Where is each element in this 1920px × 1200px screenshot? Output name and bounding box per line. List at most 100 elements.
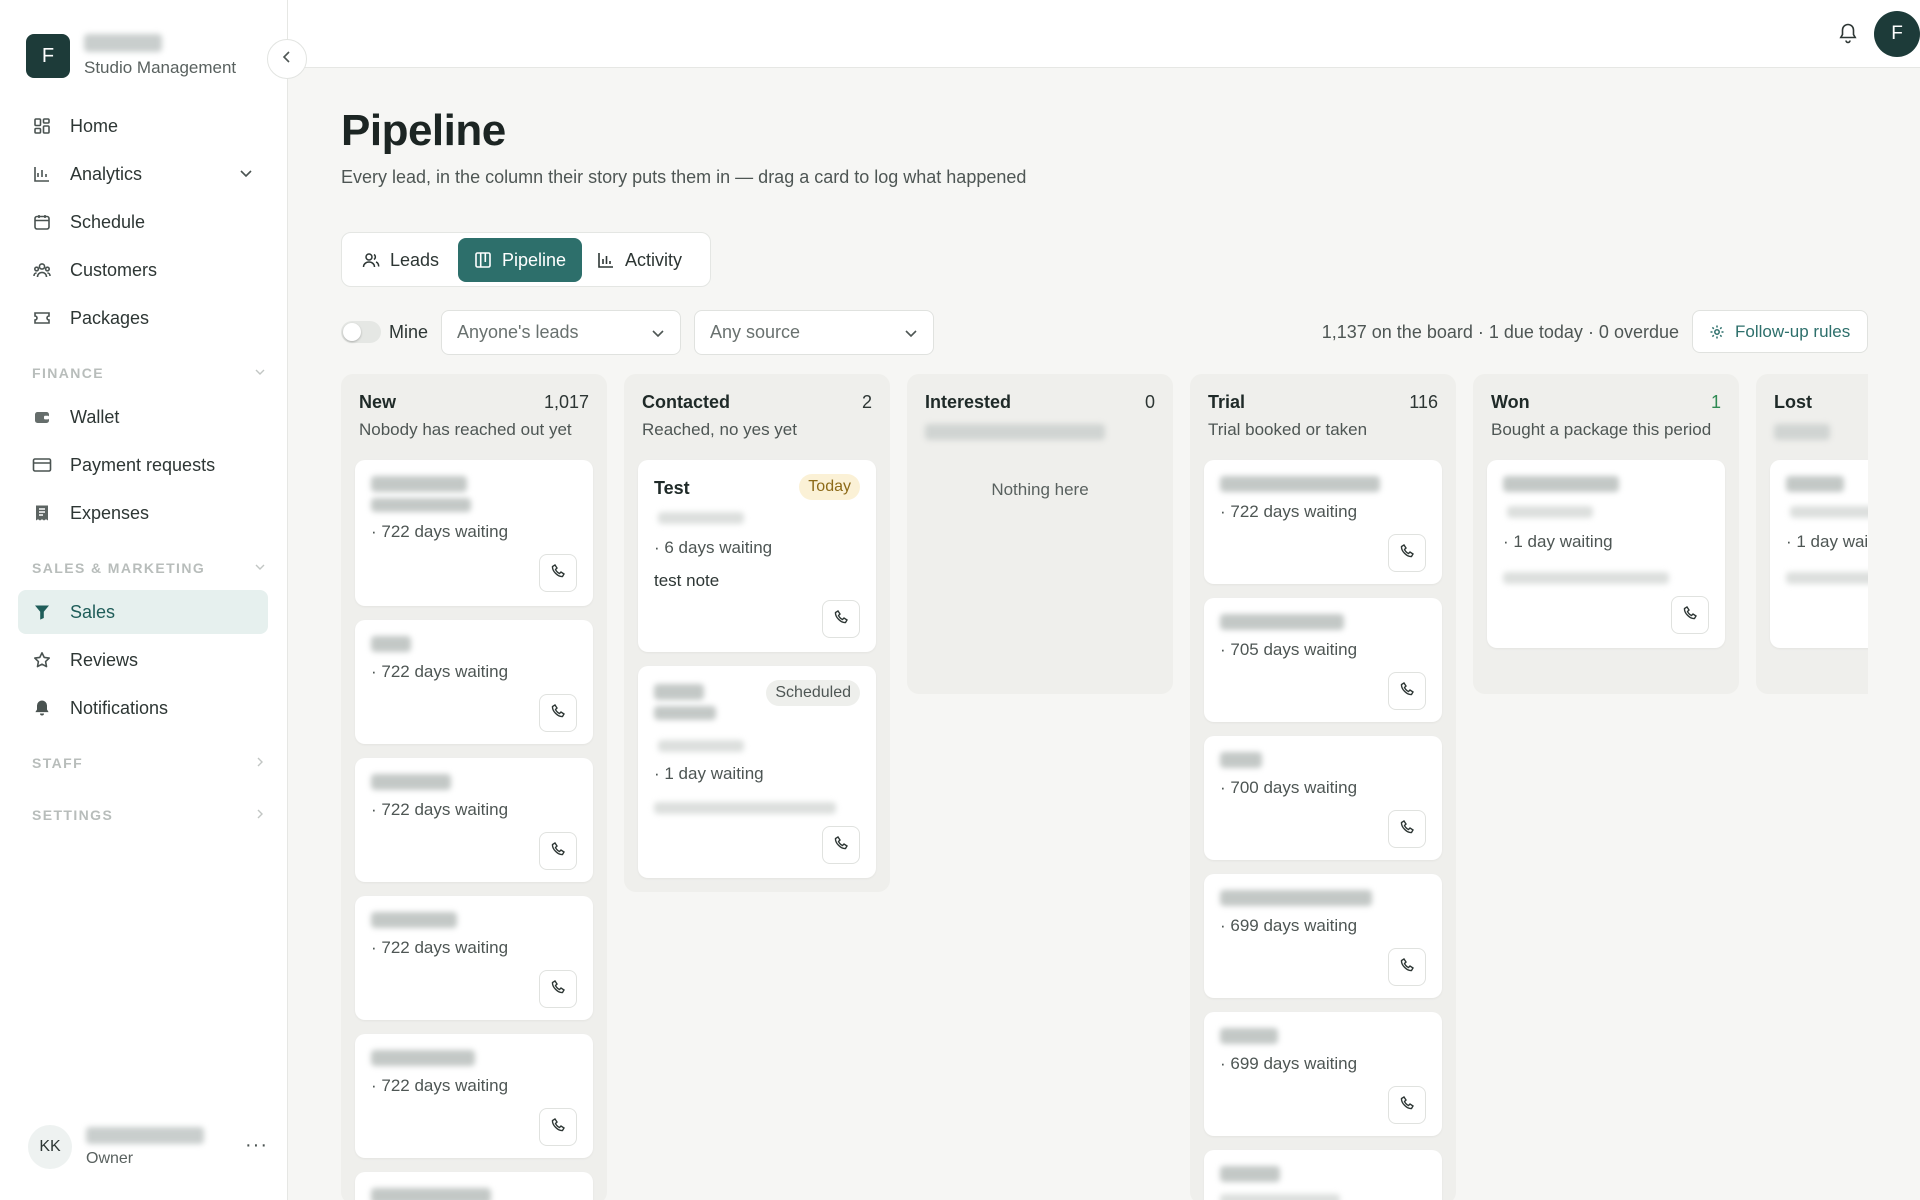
column-subtitle-blurred — [1774, 424, 1830, 440]
sidebar-item-wallet[interactable]: Wallet — [18, 395, 268, 439]
mine-toggle[interactable] — [341, 321, 381, 343]
lead-card[interactable] — [1204, 1150, 1442, 1200]
sidebar-item-schedule[interactable]: Schedule — [18, 200, 268, 244]
call-button[interactable] — [1388, 1086, 1426, 1124]
sidebar-item-customers[interactable]: Customers — [18, 248, 268, 292]
lead-card[interactable]: · 722 days waiting — [355, 620, 593, 744]
user-name-blurred — [86, 1126, 204, 1144]
phone-icon — [1399, 543, 1415, 564]
call-button[interactable] — [539, 694, 577, 732]
sidebar-item-payment-requests[interactable]: Payment requests — [18, 443, 268, 487]
call-button[interactable] — [1671, 596, 1709, 634]
phone-icon — [1399, 957, 1415, 978]
board-stats: 1,137 on the board · 1 due today · 0 ove… — [1321, 322, 1679, 342]
wallet-icon — [32, 407, 52, 427]
sidebar-item-home[interactable]: Home — [18, 104, 268, 148]
call-button[interactable] — [822, 826, 860, 864]
sidebar-item-label: Schedule — [70, 211, 146, 232]
chevron-right-icon — [254, 756, 266, 771]
lead-card[interactable]: · 1 day waiting — [1487, 460, 1725, 648]
owner-filter-select[interactable]: Anyone's leads — [441, 310, 681, 355]
sidebar-item-analytics[interactable]: Analytics — [18, 152, 268, 196]
call-button[interactable] — [1388, 948, 1426, 986]
call-button[interactable] — [539, 832, 577, 870]
status-badge: Today — [799, 474, 860, 500]
star-icon — [32, 650, 52, 670]
column-title: Interested — [925, 392, 1012, 412]
chevron-down-icon — [650, 325, 666, 346]
lead-card[interactable]: Test Today · 6 days waiting test note — [638, 460, 876, 652]
column-trial: Trial 116 Trial booked or taken · 722 da… — [1190, 374, 1456, 1200]
column-new: New 1,017 Nobody has reached out yet · 7… — [341, 374, 607, 1200]
call-button[interactable] — [539, 1108, 577, 1146]
more-icon[interactable]: ··· — [245, 1134, 268, 1157]
collapse-sidebar-button[interactable] — [267, 39, 307, 79]
calendar-icon — [32, 212, 52, 232]
column-title: Lost — [1774, 392, 1812, 412]
section-finance[interactable]: FINANCE — [32, 365, 268, 381]
follow-up-rules-button[interactable]: Follow-up rules — [1692, 310, 1868, 353]
section-staff[interactable]: STAFF — [32, 755, 268, 771]
topbar: F — [288, 0, 1920, 68]
call-button[interactable] — [539, 970, 577, 1008]
column-title: Won — [1491, 392, 1530, 412]
lead-card[interactable]: Scheduled · 1 day waiting — [638, 666, 876, 878]
user-profile[interactable]: KK Owner ··· — [28, 1124, 268, 1170]
sidebar-item-reviews[interactable]: Reviews — [18, 638, 268, 682]
tab-leads[interactable]: Leads — [346, 238, 455, 282]
notifications-bell-icon[interactable] — [1838, 22, 1858, 49]
lead-card[interactable]: · 699 days waiting — [1204, 874, 1442, 998]
sidebar-item-label: Home — [70, 115, 119, 136]
call-button[interactable] — [1388, 672, 1426, 710]
sidebar-item-label: Payment requests — [70, 454, 216, 475]
phone-icon — [550, 563, 566, 584]
lead-card[interactable]: · 722 days waiting — [355, 896, 593, 1020]
lead-name: Test — [654, 478, 690, 498]
lead-note: test note — [654, 571, 720, 590]
chevron-down-icon[interactable] — [238, 165, 254, 186]
credit-card-icon — [32, 455, 52, 475]
lead-card[interactable]: · 705 days waiting — [1204, 598, 1442, 722]
call-button[interactable] — [1388, 534, 1426, 572]
sidebar-item-label: Customers — [70, 259, 158, 280]
sidebar-item-label: Notifications — [70, 697, 169, 718]
ticket-icon — [32, 308, 52, 328]
column-title: New — [359, 392, 397, 412]
page-subtitle: Every lead, in the column their story pu… — [341, 167, 1027, 187]
call-button[interactable] — [539, 554, 577, 592]
avatar[interactable]: F — [1874, 11, 1920, 57]
phone-icon — [550, 703, 566, 724]
sidebar-item-notifications[interactable]: Notifications — [18, 686, 268, 730]
lead-card[interactable]: · 699 days waiting — [1204, 1012, 1442, 1136]
column-subtitle: Bought a package this period — [1491, 420, 1712, 439]
lead-card[interactable]: · 700 days waiting — [1204, 736, 1442, 860]
section-sales-marketing[interactable]: SALES & MARKETING — [32, 560, 268, 576]
lead-card[interactable]: · 722 days waiting — [355, 758, 593, 882]
lead-card[interactable]: · 1 day waiting — [1770, 460, 1868, 648]
column-subtitle-blurred — [925, 424, 1105, 440]
chevron-down-icon — [903, 325, 919, 346]
lead-card[interactable]: · 722 days waiting — [355, 460, 593, 606]
column-count: 116 — [1409, 392, 1438, 412]
phone-icon — [833, 609, 849, 630]
lead-card[interactable]: · 722 days waiting — [355, 1034, 593, 1158]
phone-icon — [550, 841, 566, 862]
column-interested: Interested 0 Nothing here — [907, 374, 1173, 694]
call-button[interactable] — [822, 600, 860, 638]
tab-pipeline[interactable]: Pipeline — [458, 238, 583, 282]
lead-card[interactable] — [355, 1172, 593, 1200]
funnel-icon — [32, 602, 52, 622]
source-filter-select[interactable]: Any source — [694, 310, 934, 355]
brand[interactable]: F Studio Management — [26, 34, 236, 78]
sidebar-item-expenses[interactable]: Expenses — [18, 491, 268, 535]
leads-icon — [362, 251, 380, 269]
column-won: Won 1 Bought a package this period · 1 d… — [1473, 374, 1739, 694]
sidebar-item-packages[interactable]: Packages — [18, 296, 268, 340]
tab-activity[interactable]: Activity — [581, 238, 698, 282]
brand-logo: F — [26, 34, 70, 78]
sidebar-item-sales[interactable]: Sales — [18, 590, 268, 634]
lead-card[interactable]: · 722 days waiting — [1204, 460, 1442, 584]
phone-icon — [550, 1117, 566, 1138]
section-settings[interactable]: SETTINGS — [32, 807, 268, 823]
call-button[interactable] — [1388, 810, 1426, 848]
